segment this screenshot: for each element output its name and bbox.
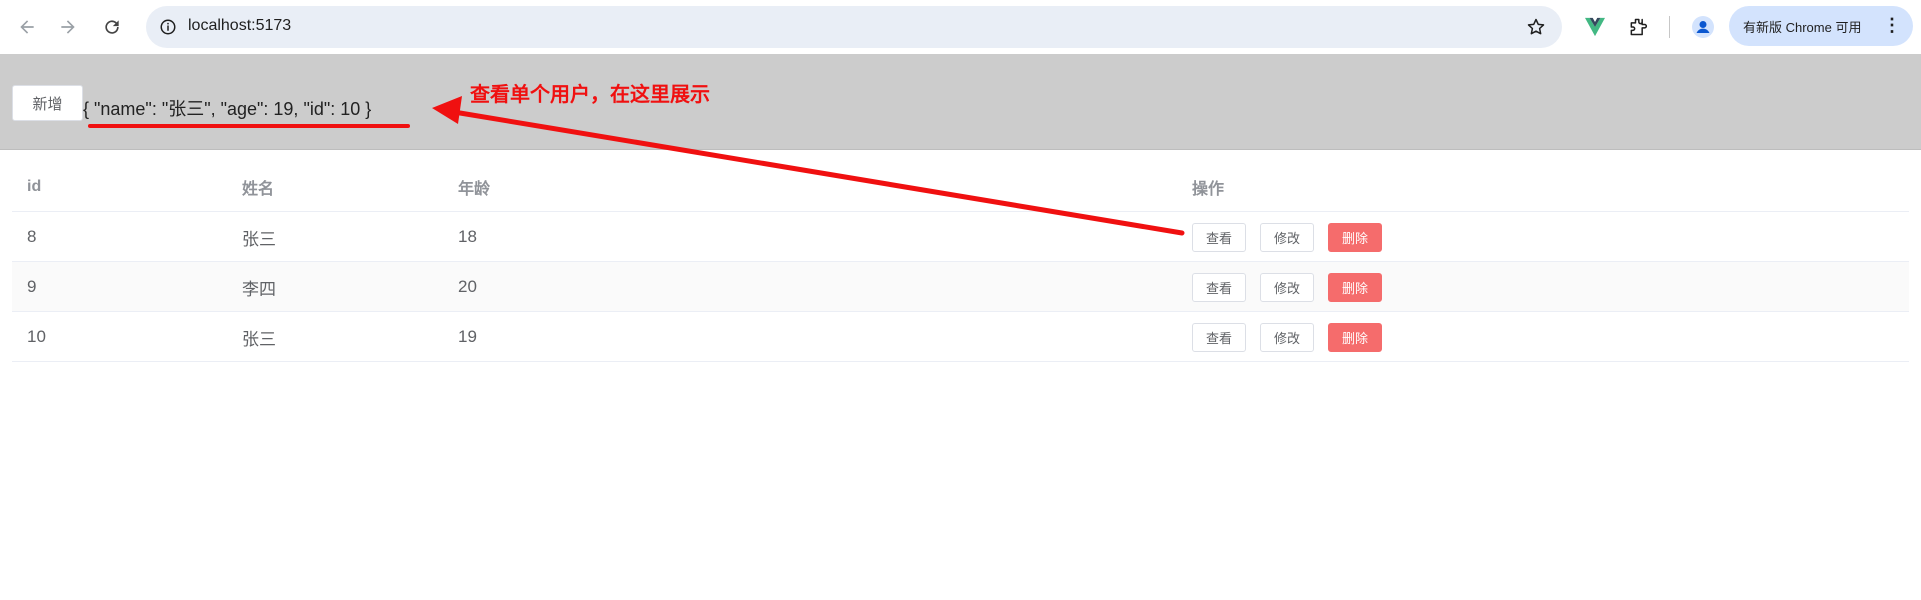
cell-age: 19 <box>458 327 477 346</box>
view-button[interactable]: 查看 <box>1192 222 1247 252</box>
back-arrow-icon <box>20 20 34 34</box>
site-info-icon[interactable] <box>156 15 180 39</box>
delete-button[interactable]: 删除 <box>1328 222 1383 252</box>
star-icon[interactable] <box>1524 15 1548 39</box>
table-row: 9 李四 20 查看 修改 删除 <box>12 262 1909 312</box>
edit-button[interactable]: 修改 <box>1260 272 1315 302</box>
forward-arrow-icon <box>61 20 75 34</box>
cell-id: 8 <box>27 227 37 246</box>
browser-toolbar: localhost:5173 有新版 Chrome 可用 ⋮ <box>0 0 1921 54</box>
delete-button[interactable]: 删除 <box>1328 322 1383 352</box>
reload-icon <box>105 20 119 34</box>
view-button[interactable]: 查看 <box>1192 272 1247 302</box>
profile-icon[interactable] <box>1688 12 1718 42</box>
cell-actions: 查看 修改 删除 <box>1192 262 1396 312</box>
selected-user-json: { "name": "张三", "age": 19, "id": 10 } <box>83 99 372 119</box>
extensions-puzzle-icon[interactable] <box>1623 12 1653 42</box>
page-header: 新增 { "name": "张三", "age": 19, "id": 10 }… <box>0 54 1921 150</box>
delete-button[interactable]: 删除 <box>1328 272 1383 302</box>
view-button[interactable]: 查看 <box>1192 322 1247 352</box>
more-vert-icon[interactable]: ⋮ <box>1883 16 1901 34</box>
column-header-actions: 操作 <box>1192 181 1225 198</box>
update-label: 有新版 Chrome 可用 <box>1743 19 1862 35</box>
table-row: 8 张三 18 查看 修改 删除 <box>12 212 1909 262</box>
user-table: id 姓名 年龄 操作 8 张三 18 查看 修改 删除 9 李四 20 查看 … <box>12 162 1909 362</box>
back-button[interactable] <box>12 12 42 42</box>
edit-button[interactable]: 修改 <box>1260 322 1315 352</box>
chrome-update-button[interactable]: 有新版 Chrome 可用 ⋮ <box>1729 6 1913 46</box>
cell-name: 张三 <box>242 329 276 349</box>
cell-id: 9 <box>27 277 37 296</box>
cell-age: 20 <box>458 277 477 296</box>
column-header-name: 姓名 <box>242 181 275 198</box>
column-header-id: id <box>27 178 42 195</box>
table-header-row: id 姓名 年龄 操作 <box>12 162 1909 212</box>
add-button[interactable]: 新增 <box>12 85 83 121</box>
cell-name: 李四 <box>242 279 276 299</box>
toolbar-divider <box>1669 16 1670 38</box>
cell-id: 10 <box>27 327 46 346</box>
cell-actions: 查看 修改 删除 <box>1192 312 1396 362</box>
column-header-age: 年龄 <box>458 181 491 198</box>
annotation-text: 查看单个用户，在这里展示 <box>470 82 710 106</box>
cell-name: 张三 <box>242 229 276 249</box>
vue-devtools-icon[interactable] <box>1580 12 1610 42</box>
forward-button[interactable] <box>53 12 83 42</box>
cell-age: 18 <box>458 227 477 246</box>
cell-actions: 查看 修改 删除 <box>1192 212 1396 262</box>
table-row: 10 张三 19 查看 修改 删除 <box>12 312 1909 362</box>
url-text[interactable]: localhost:5173 <box>188 17 291 35</box>
reload-button[interactable] <box>97 12 127 42</box>
edit-button[interactable]: 修改 <box>1260 222 1315 252</box>
annotation-underline <box>88 124 410 128</box>
address-bar[interactable]: localhost:5173 <box>146 6 1562 48</box>
